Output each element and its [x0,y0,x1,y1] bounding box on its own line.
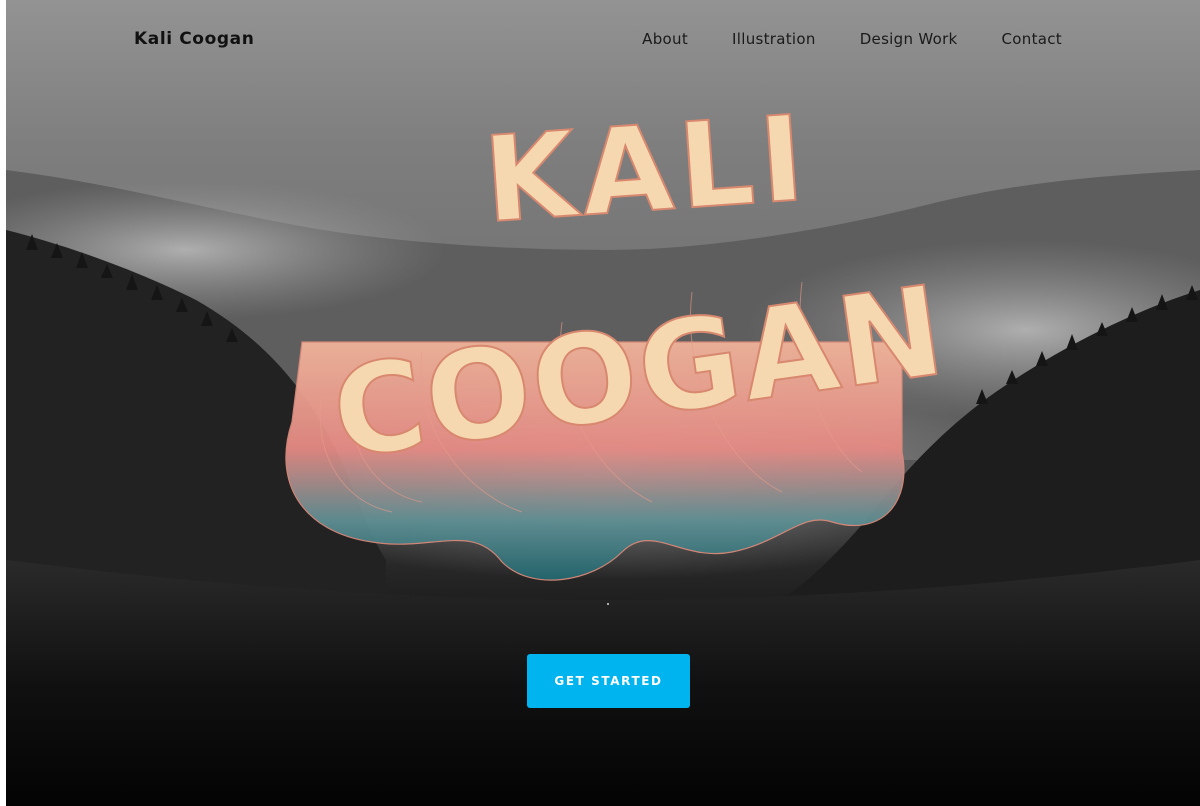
hero-logo-lettering: KALI COOGAN [285,92,955,581]
nav-item-design-work[interactable]: Design Work [860,30,958,48]
main-nav: About Illustration Design Work Contact [642,30,1062,48]
brand-name[interactable]: Kali Coogan [134,29,254,49]
nav-item-about[interactable]: About [642,30,688,48]
get-started-button[interactable]: GET STARTED [527,654,690,708]
nav-item-contact[interactable]: Contact [1002,30,1062,48]
nav-item-illustration[interactable]: Illustration [732,30,816,48]
site-header: Kali Coogan About Illustration Design Wo… [0,0,1200,82]
logo-line-1: KALI [480,92,815,249]
scroll-indicator-dot [607,603,609,605]
page: Kali Coogan About Illustration Design Wo… [0,0,1200,806]
